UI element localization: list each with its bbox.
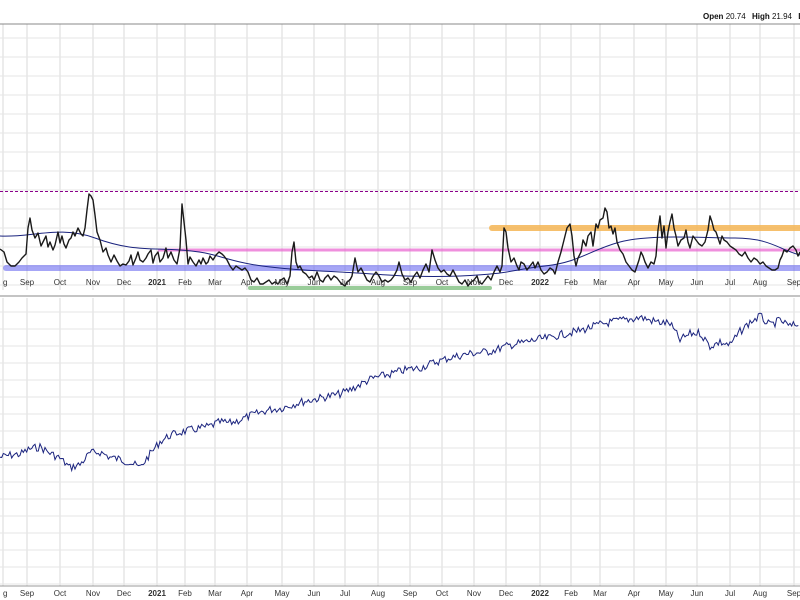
upper-x-tick-label: Feb bbox=[178, 278, 192, 287]
lower-x-tick-label: Jul bbox=[340, 589, 350, 598]
lower-x-tick-label: Nov bbox=[86, 589, 100, 598]
upper-x-tick-label: Dec bbox=[117, 278, 131, 287]
upper-x-axis-labels: g Sep Oct Nov Dec 2021 Feb Mar Apr May Jun Jul Aug Se… bbox=[3, 278, 800, 287]
upper-x-tick-label: Sep bbox=[787, 278, 800, 287]
upper-x-tick-label: Jul bbox=[725, 278, 735, 287]
open-label: Open bbox=[703, 12, 724, 21]
lower-x-tick-label: Jun bbox=[308, 589, 321, 598]
lower-x-axis-labels: g Sep Oct Nov Dec 2021 Feb Mar Apr May Jun Jul Aug Se… bbox=[3, 589, 800, 598]
chart-area: Open 20.74 High 21.94 L g Sep Oct Nov Dec 202… bbox=[0, 12, 800, 598]
upper-x-tick-label: May bbox=[658, 278, 673, 287]
lower-x-tick-label: May bbox=[658, 589, 673, 598]
lower-x-tick-label: Aug bbox=[371, 589, 385, 598]
upper-x-tick-label: Jun bbox=[308, 278, 321, 287]
lower-price-line bbox=[0, 312, 799, 473]
lower-x-tick-label: Feb bbox=[178, 589, 192, 598]
lower-x-tick-label: Sep bbox=[20, 589, 35, 598]
upper-x-tick-label: g bbox=[3, 278, 7, 287]
lower-x-tick-label: Dec bbox=[117, 589, 131, 598]
lower-x-tick-label: Dec bbox=[499, 589, 513, 598]
upper-x-tick-label: Sep bbox=[20, 278, 35, 287]
lower-x-tick-label: Nov bbox=[467, 589, 481, 598]
upper-x-tick-label: Dec bbox=[499, 278, 513, 287]
upper-x-tick-label: Nov bbox=[86, 278, 100, 287]
lower-x-tick-label: Mar bbox=[593, 589, 607, 598]
upper-x-tick-label: Aug bbox=[371, 278, 385, 287]
upper-x-tick-label: Apr bbox=[241, 278, 254, 287]
lower-x-tick-label: Mar bbox=[208, 589, 222, 598]
lower-x-tick-label: 2022 bbox=[531, 589, 549, 598]
upper-x-tick-label: Oct bbox=[436, 278, 449, 287]
lower-x-tick-label: g bbox=[3, 589, 7, 598]
ohlc-readout: Open 20.74 High 21.94 L bbox=[703, 12, 800, 21]
upper-x-tick-label: 2021 bbox=[148, 278, 166, 287]
upper-x-tick-label: Feb bbox=[564, 278, 578, 287]
lower-x-tick-label: Aug bbox=[753, 589, 767, 598]
upper-x-tick-label: Jun bbox=[691, 278, 704, 287]
upper-x-tick-label: Jul bbox=[340, 278, 350, 287]
grid-lines bbox=[0, 24, 800, 586]
upper-x-tick-label: Mar bbox=[593, 278, 607, 287]
upper-x-tick-label: 2022 bbox=[531, 278, 549, 287]
lower-x-tick-label: Jul bbox=[725, 589, 735, 598]
upper-x-tick-label: Oct bbox=[54, 278, 67, 287]
lower-x-tick-label: 2021 bbox=[148, 589, 166, 598]
lower-x-tick-label: Feb bbox=[564, 589, 578, 598]
upper-x-tick-label: Nov bbox=[467, 278, 481, 287]
upper-x-tick-label: Apr bbox=[628, 278, 641, 287]
lower-x-tick-label: Oct bbox=[54, 589, 67, 598]
upper-price-line bbox=[0, 193, 800, 287]
lower-x-tick-label: Sep bbox=[787, 589, 800, 598]
upper-x-tick-label: Sep bbox=[403, 278, 418, 287]
upper-x-tick-label: Aug bbox=[753, 278, 767, 287]
upper-x-tick-label: May bbox=[274, 278, 289, 287]
lower-x-tick-label: Apr bbox=[241, 589, 254, 598]
upper-x-tick-label: Mar bbox=[208, 278, 222, 287]
lower-x-tick-label: Jun bbox=[691, 589, 704, 598]
open-value: 20.74 bbox=[726, 12, 747, 21]
high-value: 21.94 bbox=[772, 12, 793, 21]
lower-x-tick-label: Oct bbox=[436, 589, 449, 598]
high-label: High bbox=[752, 12, 770, 21]
lower-x-tick-label: Sep bbox=[403, 589, 418, 598]
lower-x-tick-label: May bbox=[274, 589, 289, 598]
lower-x-tick-label: Apr bbox=[628, 589, 641, 598]
